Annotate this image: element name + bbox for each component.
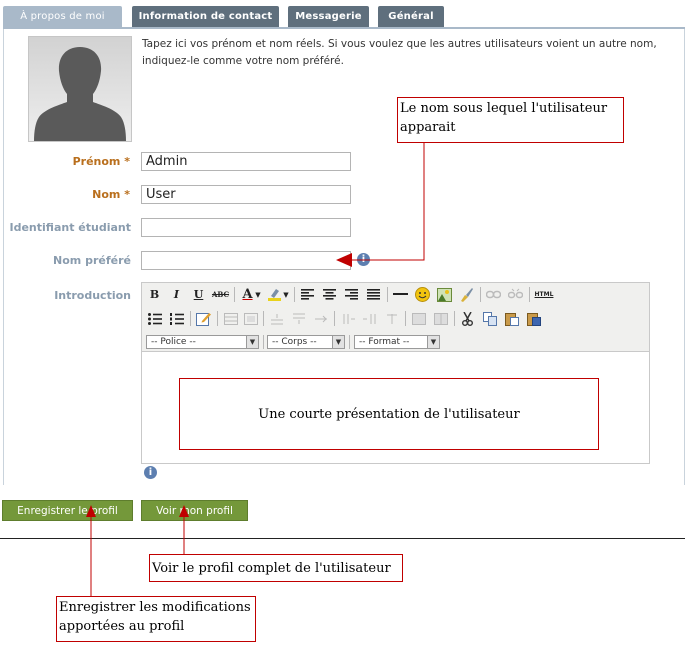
callout-nom-prefere: Le nom sous lequel l'utilisateur apparai… [397,97,624,143]
callout-view-profile: Voir le profil complet de l'utilisateur [149,554,403,582]
callout-save-profile: Enregistrer les modifications apportées … [56,596,256,642]
callout-introduction: Une courte présentation de l'utilisateur [179,378,599,450]
